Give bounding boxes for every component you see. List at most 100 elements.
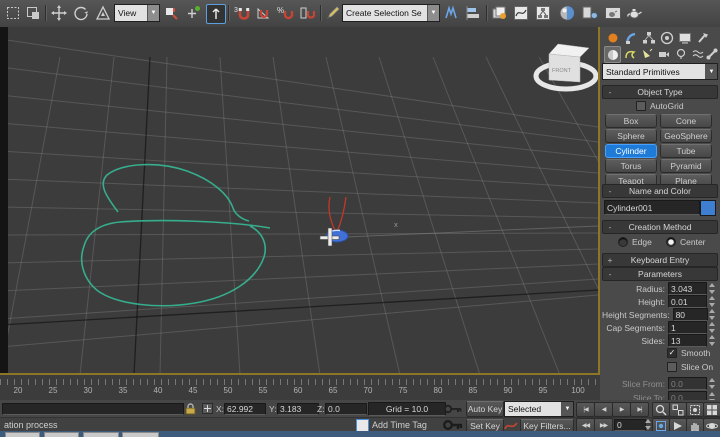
snap-toggle-3d-icon[interactable]: 3 — [232, 4, 250, 22]
viewcube[interactable]: FRONT — [536, 44, 596, 89]
creation-method-rollout-header[interactable]: - Creation Method — [602, 220, 718, 234]
helpers-category-icon[interactable] — [673, 46, 688, 61]
parameters-rollout-header[interactable]: - Parameters — [602, 267, 718, 281]
height-segments-field[interactable]: 80 — [673, 308, 708, 321]
center-radio[interactable] — [666, 237, 676, 247]
geometry-category-icon[interactable] — [604, 46, 621, 63]
curve-editor-icon[interactable] — [512, 4, 530, 22]
slice-from-spinner[interactable] — [707, 378, 716, 389]
edit-named-selection-sets-icon[interactable] — [324, 4, 342, 22]
geosphere-button[interactable]: GeoSphere — [660, 129, 712, 143]
primitives-dropdown[interactable]: Standard Primitives ▼ — [602, 63, 718, 80]
dropdown-arrow-icon[interactable]: ▼ — [561, 402, 573, 416]
perspective-viewport[interactable]: x — [0, 27, 600, 375]
rendered-frame-window-icon[interactable] — [604, 4, 622, 22]
object-name-field[interactable]: Cylinder001 — [604, 200, 700, 215]
pyramid-button[interactable]: Pyramid — [660, 159, 712, 173]
sides-field[interactable]: 13 — [668, 334, 707, 347]
modify-tab-icon[interactable] — [622, 29, 640, 47]
cameras-category-icon[interactable] — [656, 46, 671, 61]
height-spinner[interactable] — [707, 296, 716, 307]
slice-on-checkbox[interactable] — [667, 362, 677, 372]
track-bar[interactable]: 20 25 30 35 40 45 50 55 60 65 70 75 80 8… — [0, 375, 600, 402]
hierarchy-tab-icon[interactable] — [640, 29, 658, 47]
reference-coordinate-dropdown[interactable]: View ▼ — [114, 4, 160, 22]
auto-key-button[interactable]: Auto Key — [466, 401, 504, 417]
selection-filter-dropdown[interactable]: Selected ▼ — [504, 401, 574, 417]
angle-snap-toggle-icon[interactable] — [254, 4, 272, 22]
height-segments-spinner[interactable] — [708, 309, 716, 320]
object-type-rollout-header[interactable]: - Object Type — [602, 85, 718, 99]
previous-frame-button[interactable]: ◀ — [594, 402, 613, 417]
named-selection-set-dropdown[interactable]: Create Selection Se ▼ — [342, 4, 440, 22]
taskbar-button[interactable] — [83, 432, 119, 437]
zoom-all-button[interactable] — [669, 402, 687, 417]
name-color-rollout-header[interactable]: - Name and Color — [602, 184, 718, 198]
maxscript-mini-listener[interactable] — [2, 403, 184, 415]
y-coord-field[interactable]: 3.183 — [277, 403, 319, 415]
align-icon[interactable] — [464, 4, 482, 22]
schematic-view-icon[interactable] — [534, 4, 552, 22]
rectangular-selection-region-icon[interactable] — [4, 4, 22, 22]
cylinder-button[interactable]: Cylinder — [605, 144, 657, 158]
lights-category-icon[interactable] — [639, 46, 654, 61]
keyboard-entry-rollout-header[interactable]: + Keyboard Entry — [602, 253, 718, 267]
edge-radio[interactable] — [618, 237, 628, 247]
percent-snap-toggle-icon[interactable]: % — [276, 4, 294, 22]
mirror-icon[interactable] — [442, 4, 460, 22]
motion-tab-icon[interactable] — [658, 29, 676, 47]
taskbar-button[interactable] — [122, 432, 159, 437]
keyboard-shortcut-override-toggle[interactable] — [206, 4, 226, 24]
dropdown-arrow-icon[interactable]: ▼ — [705, 64, 717, 79]
zoom-button[interactable] — [652, 402, 670, 417]
autogrid-checkbox[interactable] — [636, 101, 646, 111]
dropdown-arrow-icon[interactable]: ▼ — [147, 5, 159, 21]
cap-segments-field[interactable]: 1 — [668, 321, 707, 334]
z-coord-field[interactable]: 0.0 — [325, 403, 367, 415]
zoom-extents-button[interactable] — [686, 402, 704, 417]
select-and-scale-icon[interactable] — [94, 4, 112, 22]
dropdown-arrow-icon[interactable]: ▼ — [427, 5, 439, 21]
current-frame-field[interactable]: 0 — [614, 419, 646, 431]
current-frame-spinner[interactable] — [643, 419, 652, 430]
torus-button[interactable]: Torus — [605, 159, 657, 173]
layer-manager-icon[interactable] — [490, 4, 508, 22]
systems-category-icon[interactable] — [705, 46, 719, 61]
collapse-icon[interactable]: - — [603, 186, 617, 196]
box-button[interactable]: Box — [605, 114, 657, 128]
collapse-icon[interactable]: - — [603, 269, 617, 279]
radius-spinner[interactable] — [707, 283, 716, 294]
smooth-checkbox[interactable]: ✓ — [667, 348, 677, 358]
create-tab-icon[interactable] — [604, 29, 622, 47]
shapes-category-icon[interactable] — [622, 46, 637, 61]
use-pivot-point-center-icon[interactable] — [162, 4, 180, 22]
tube-button[interactable]: Tube — [660, 144, 712, 158]
select-and-rotate-icon[interactable] — [72, 4, 90, 22]
object-color-swatch[interactable] — [700, 200, 716, 216]
go-to-end-button[interactable]: ▶| — [630, 402, 649, 417]
display-tab-icon[interactable] — [676, 29, 694, 47]
collapse-icon[interactable]: - — [603, 87, 617, 97]
expand-icon[interactable]: + — [603, 255, 617, 265]
slice-from-field[interactable]: 0.0 — [668, 377, 707, 390]
material-editor-icon[interactable] — [558, 4, 576, 22]
radius-field[interactable]: 3.043 — [668, 282, 707, 295]
play-button[interactable]: ▶ — [612, 402, 631, 417]
taskbar-button[interactable] — [44, 432, 79, 437]
x-coord-field[interactable]: 62.992 — [224, 403, 266, 415]
window-crossing-icon[interactable] — [24, 4, 42, 22]
utilities-tab-icon[interactable] — [694, 29, 712, 47]
sphere-button[interactable]: Sphere — [605, 129, 657, 143]
zoom-extents-all-button[interactable] — [703, 402, 720, 417]
spinner-snap-toggle-icon[interactable] — [298, 4, 316, 22]
select-and-manipulate-icon[interactable] — [184, 4, 202, 22]
go-to-start-button[interactable]: |◀ — [576, 402, 595, 417]
height-field[interactable]: 0.01 — [668, 295, 707, 308]
add-time-tag-label[interactable]: Add Time Tag — [372, 420, 427, 430]
render-production-icon[interactable] — [626, 4, 644, 22]
cone-button[interactable]: Cone — [660, 114, 712, 128]
render-setup-icon[interactable] — [582, 4, 600, 22]
sides-spinner[interactable] — [707, 335, 716, 346]
cap-segments-spinner[interactable] — [707, 322, 716, 333]
collapse-icon[interactable]: - — [603, 222, 617, 232]
